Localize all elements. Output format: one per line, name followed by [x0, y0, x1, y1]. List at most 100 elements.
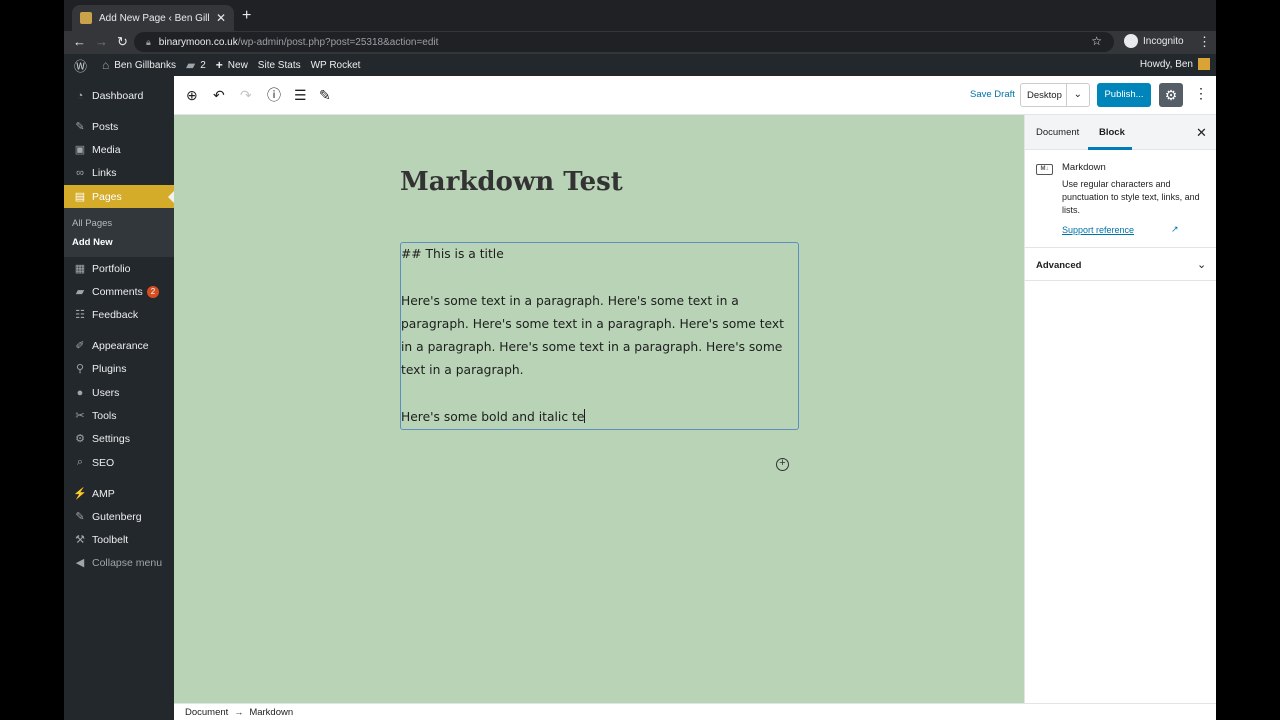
markdown-icon: M↓ [1036, 164, 1053, 175]
markdown-block[interactable]: ## This is a title Here's some text in a… [400, 242, 799, 430]
home-icon: ⌂ [102, 58, 110, 72]
browser-window: Add New Page ‹ Ben Gillbanks — ✕ + ← → ↻… [64, 0, 1216, 720]
pages-icon: ▤ [74, 191, 86, 203]
inline-add-block-icon[interactable]: + [776, 458, 789, 471]
sidebar-item-portfolio[interactable]: ▦ Portfolio [64, 257, 174, 280]
gutenberg-icon: ✎ [75, 511, 85, 523]
amp-icon: ⚡ [73, 488, 87, 500]
incognito-icon [1124, 34, 1138, 48]
site-name-link[interactable]: ⌂ Ben Gillbanks [102, 58, 176, 72]
feedback-icon: ☷ [75, 309, 85, 321]
redo-icon[interactable]: ↷ [240, 86, 252, 104]
markdown-textarea[interactable]: ## This is a title Here's some text in a… [401, 243, 798, 429]
pages-submenu: All Pages Add New [64, 208, 174, 257]
bookmark-star-icon[interactable]: ☆ [1091, 34, 1102, 48]
sidebar-item-appearance[interactable]: ✐ Appearance [64, 334, 174, 357]
sidebar-item-settings[interactable]: ⚙ Settings [64, 427, 174, 450]
text-caret [584, 409, 586, 424]
support-reference-link[interactable]: Support reference [1062, 225, 1134, 235]
sidebar-item-comments[interactable]: ▰ Comments 2 [64, 280, 174, 303]
more-options-icon[interactable]: ⋮ [1194, 85, 1208, 102]
url-path: /wp-admin/post.php?post=25318&action=edi… [237, 36, 439, 48]
collapse-menu-button[interactable]: ◀ Collapse menu [64, 551, 174, 574]
sidebar-item-media[interactable]: ▣ Media [64, 138, 174, 161]
collapse-icon: ◀ [75, 557, 85, 569]
submenu-all-pages[interactable]: All Pages [72, 218, 112, 229]
link-icon: ∞ [76, 166, 84, 179]
browser-toolbar: ← → ↻ 🔒︎ binarymoon.co.uk/wp-admin/post.… [64, 31, 1216, 54]
paintbrush-icon: ✐ [75, 340, 85, 352]
editor-canvas: Markdown Test ## This is a title Here's … [174, 115, 1024, 703]
add-block-icon[interactable]: ⊕ [186, 86, 198, 104]
sidebar-tabs: Document Block ✕ [1025, 115, 1216, 150]
close-icon[interactable]: ✕ [1196, 125, 1207, 141]
settings-gear-icon[interactable]: ⚙ [1159, 83, 1183, 107]
breadcrumb-document[interactable]: Document [185, 707, 228, 718]
address-bar[interactable]: 🔒︎ binarymoon.co.uk/wp-admin/post.php?po… [134, 32, 1114, 52]
sidebar-item-gutenberg[interactable]: ✎ Gutenberg [64, 505, 174, 528]
forward-arrow-icon[interactable]: → [95, 34, 108, 50]
block-navigation-icon[interactable]: ☰ [294, 86, 307, 104]
comments-badge: 2 [146, 285, 160, 298]
undo-icon[interactable]: ↶ [213, 86, 225, 104]
reload-icon[interactable]: ↻ [117, 34, 128, 50]
new-tab-icon[interactable]: + [242, 7, 251, 25]
back-arrow-icon[interactable]: ← [73, 34, 86, 50]
avatar [1198, 58, 1210, 70]
breadcrumb-markdown[interactable]: Markdown [249, 707, 293, 718]
pushpin-icon: ✎ [75, 121, 85, 133]
edit-pencil-icon[interactable]: ✎ [319, 86, 331, 104]
user-icon: ● [76, 386, 84, 399]
comment-bubble-icon: ▰ [185, 58, 196, 72]
sidebar-item-pages[interactable]: ▤ Pages [64, 185, 174, 208]
incognito-label: Incognito [1143, 35, 1184, 47]
sidebar-item-tools[interactable]: ✂ Tools [64, 404, 174, 427]
sidebar-item-dashboard[interactable]: ◔ Dashboard [64, 84, 174, 107]
preview-device-select[interactable]: Desktop ⌄ [1020, 83, 1090, 107]
sidebar-item-feedback[interactable]: ☷ Feedback [64, 303, 174, 326]
portfolio-icon: ▦ [74, 263, 86, 275]
incognito-indicator[interactable]: Incognito [1124, 34, 1184, 48]
admin-sidebar: ◔ Dashboard ✎ Posts ▣ Media ∞ Links ▤ Pages A… [64, 76, 174, 720]
lock-icon: 🔒︎ [146, 36, 151, 47]
block-name: Markdown [1062, 162, 1106, 173]
sidebar-item-plugins[interactable]: ⚲ Plugins [64, 357, 174, 380]
sidebar-item-amp[interactable]: ⚡ AMP [64, 482, 174, 505]
url-host: binarymoon.co.uk [158, 36, 238, 48]
block-breadcrumb: Document → Markdown [174, 703, 1216, 720]
tab-block[interactable]: Block [1099, 127, 1125, 138]
submenu-add-new[interactable]: Add New [72, 237, 113, 248]
tab-close-icon[interactable]: ✕ [216, 11, 226, 25]
post-title[interactable]: Markdown Test [400, 167, 623, 197]
tab-document[interactable]: Document [1036, 127, 1079, 138]
advanced-panel-toggle[interactable]: Advanced ⌄ [1025, 248, 1216, 281]
settings-sidebar: Document Block ✕ M↓ Markdown Use regular… [1024, 115, 1216, 703]
external-link-icon: ↗ [1171, 224, 1179, 234]
settings-icon: ⚙ [75, 433, 85, 445]
hammer-icon: ⚒ [75, 534, 85, 546]
site-stats-link[interactable]: Site Stats [258, 60, 301, 71]
new-content-link[interactable]: + New [216, 58, 248, 72]
my-account-link[interactable]: Howdy, Ben [1140, 58, 1210, 70]
sidebar-item-seo[interactable]: ⌕ SEO [64, 451, 174, 474]
advanced-label: Advanced [1036, 260, 1082, 271]
editor-header: ⊕ ↶ ↷ ⓘ ☰ ✎ Save Draft Desktop ⌄ Publish… [174, 76, 1216, 115]
browser-tab[interactable]: Add New Page ‹ Ben Gillbanks — ✕ [72, 5, 234, 31]
save-draft-button[interactable]: Save Draft [970, 89, 1015, 100]
sidebar-item-toolbelt[interactable]: ⚒ Toolbelt [64, 528, 174, 551]
publish-button[interactable]: Publish... [1097, 83, 1151, 107]
comments-link[interactable]: ▰ 2 [186, 58, 206, 72]
sidebar-item-posts[interactable]: ✎ Posts [64, 115, 174, 138]
wp-admin-bar: Ⓦ ⌂ Ben Gillbanks ▰ 2 + New Site Stats WP R… [64, 54, 1216, 76]
sidebar-item-links[interactable]: ∞ Links [64, 161, 174, 184]
info-icon[interactable]: ⓘ [267, 86, 281, 104]
site-favicon-icon [80, 12, 92, 24]
browser-menu-icon[interactable]: ⋮ [1198, 34, 1211, 50]
wp-rocket-link[interactable]: WP Rocket [311, 60, 361, 71]
wordpress-logo-icon[interactable]: Ⓦ [74, 56, 92, 75]
search-icon: ⌕ [76, 456, 84, 468]
plus-icon: + [215, 58, 223, 72]
media-icon: ▣ [74, 144, 86, 156]
block-card: M↓ Markdown Use regular characters and p… [1025, 150, 1216, 248]
sidebar-item-users[interactable]: ● Users [64, 381, 174, 404]
